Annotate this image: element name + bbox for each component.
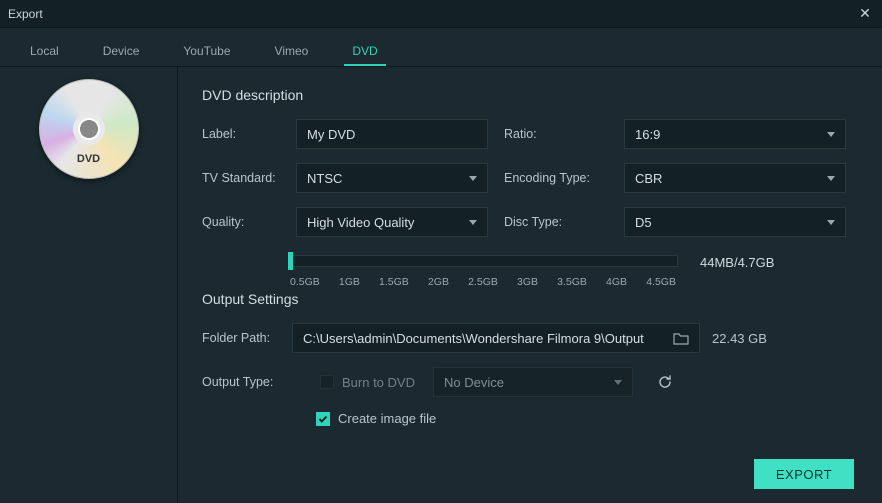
ratio-value: 16:9 — [635, 127, 660, 142]
quality-value: High Video Quality — [307, 215, 414, 230]
tab-device[interactable]: Device — [81, 34, 162, 66]
size-readout: 44MB/4.7GB — [700, 255, 774, 270]
folder-path-input[interactable]: C:\Users\admin\Documents\Wondershare Fil… — [292, 323, 700, 353]
encoding-type-value: CBR — [635, 171, 662, 186]
slider-track — [288, 255, 678, 267]
ratio-select[interactable]: 16:9 — [624, 119, 846, 149]
tab-dvd[interactable]: DVD — [330, 34, 399, 66]
chevron-down-icon — [614, 380, 622, 385]
chevron-down-icon — [469, 220, 477, 225]
chevron-down-icon — [827, 176, 835, 181]
window-title: Export — [8, 7, 43, 21]
label-tv-standard: TV Standard: — [202, 171, 280, 185]
encoding-type-select[interactable]: CBR — [624, 163, 846, 193]
chevron-down-icon — [469, 176, 477, 181]
device-select[interactable]: No Device — [433, 367, 633, 397]
tv-standard-value: NTSC — [307, 171, 342, 186]
create-image-checkbox[interactable] — [316, 412, 330, 426]
label-disc-type: Disc Type: — [504, 215, 608, 229]
refresh-button[interactable] — [651, 368, 679, 396]
chevron-down-icon — [827, 132, 835, 137]
label-encoding-type: Encoding Type: — [504, 171, 608, 185]
burn-to-dvd-label: Burn to DVD — [342, 375, 415, 390]
folder-icon[interactable] — [673, 331, 689, 345]
slider-handle[interactable] — [288, 252, 293, 270]
free-space: 22.43 GB — [712, 331, 767, 346]
disc-type-select[interactable]: D5 — [624, 207, 846, 237]
disc-type-value: D5 — [635, 215, 652, 230]
quality-select[interactable]: High Video Quality — [296, 207, 488, 237]
tv-standard-select[interactable]: NTSC — [296, 163, 488, 193]
titlebar: Export ✕ — [0, 0, 882, 28]
tab-vimeo[interactable]: Vimeo — [253, 34, 331, 66]
dvd-disc-icon: DVD — [39, 79, 139, 179]
label-folder-path: Folder Path: — [202, 331, 280, 345]
device-select-value: No Device — [444, 375, 504, 390]
folder-path-value: C:\Users\admin\Documents\Wondershare Fil… — [303, 331, 644, 346]
refresh-icon — [657, 374, 673, 390]
tab-youtube[interactable]: YouTube — [161, 34, 252, 66]
burn-to-dvd-option[interactable]: Burn to DVD — [320, 375, 415, 390]
close-icon[interactable]: ✕ — [856, 4, 874, 22]
sidebar: DVD — [0, 67, 178, 503]
label-output-type: Output Type: — [202, 375, 302, 389]
label-label: Label: — [202, 127, 280, 141]
label-ratio: Ratio: — [504, 127, 608, 141]
burn-to-dvd-checkbox[interactable] — [320, 375, 334, 389]
label-input[interactable]: My DVD — [296, 119, 488, 149]
disc-label: DVD — [39, 153, 139, 165]
chevron-down-icon — [827, 220, 835, 225]
slider-ticks: 0.5GB 1GB 1.5GB 2GB 2.5GB 3GB 3.5GB 4GB … — [288, 276, 678, 288]
main-panel: DVD description Label: My DVD Ratio: 16:… — [178, 67, 882, 503]
export-button[interactable]: EXPORT — [754, 459, 854, 489]
create-image-option[interactable]: Create image file — [316, 411, 436, 426]
label-quality: Quality: — [202, 215, 280, 229]
dvd-description-title: DVD description — [202, 87, 854, 103]
create-image-label: Create image file — [338, 411, 436, 426]
output-settings-title: Output Settings — [202, 291, 854, 307]
size-slider[interactable]: 0.5GB 1GB 1.5GB 2GB 2.5GB 3GB 3.5GB 4GB … — [288, 251, 678, 273]
tab-local[interactable]: Local — [8, 34, 81, 66]
tab-bar: Local Device YouTube Vimeo DVD — [0, 28, 882, 66]
